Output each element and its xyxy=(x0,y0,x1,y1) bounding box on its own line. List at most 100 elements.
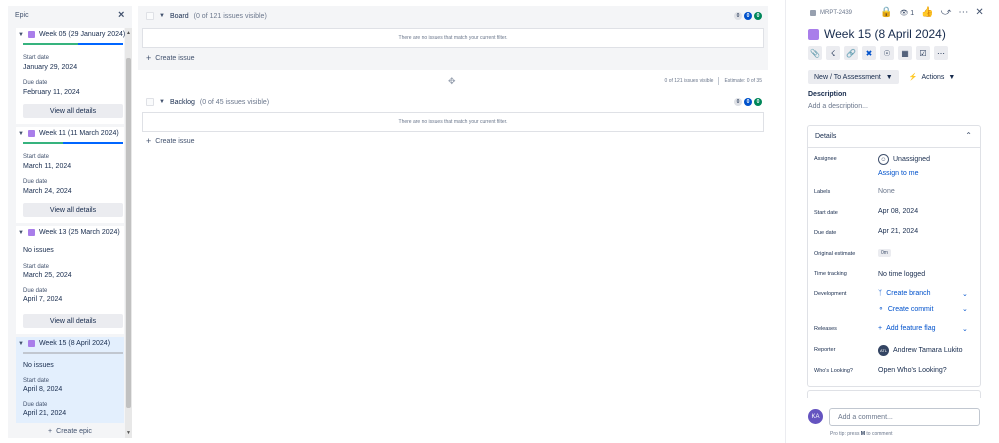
assign-to-me-link[interactable]: Assign to me xyxy=(878,170,918,177)
epic-card[interactable]: ▼ Week 05 (29 January 2024) Start date J… xyxy=(16,28,125,124)
view-all-details-button[interactable]: View all details xyxy=(23,203,123,217)
epic-card[interactable]: ▼ Week 11 (11 March 2024) Start date Mar… xyxy=(16,127,124,223)
epic-card-header[interactable]: ▼ Week 05 (29 January 2024) xyxy=(18,31,125,38)
issue-toolbar: 📎 ☇ 🔗 ✖ ☉ ▦ ☑ ⋯ xyxy=(808,46,948,60)
original-estimate-field[interactable]: 0m xyxy=(878,249,891,257)
lock-icon[interactable]: 🔒 xyxy=(880,7,892,18)
share-icon[interactable]: ⤻ xyxy=(941,7,952,18)
close-icon[interactable]: ✕ xyxy=(975,7,983,18)
backlog-main: ▼ Board (0 of 121 issues visible) 0 0 0 … xyxy=(138,6,768,438)
start-date-value: April 8, 2024 xyxy=(23,386,63,393)
assignee-value: Unassigned xyxy=(893,156,930,163)
status-dropdown[interactable]: New / To Assessment ▼ xyxy=(808,70,899,84)
backlog-header[interactable]: ▼ Backlog (0 of 45 issues visible) xyxy=(146,98,269,106)
more-icon[interactable]: ⋯ xyxy=(958,7,968,18)
link-icon[interactable]: 🔗 xyxy=(844,46,858,60)
view-all-details-button[interactable]: View all details xyxy=(23,314,123,328)
target-icon[interactable]: ☉ xyxy=(880,46,894,60)
qr-code-icon[interactable]: ▦ xyxy=(898,46,912,60)
due-date-label: Due date xyxy=(23,179,48,185)
close-icon[interactable]: × xyxy=(118,9,124,21)
thumbs-up-icon[interactable]: 👍 xyxy=(921,7,933,18)
add-feature-flag-link[interactable]: + Add feature flag xyxy=(878,325,936,332)
create-issue-label: Create issue xyxy=(155,137,195,145)
time-tracking-value[interactable]: No time logged xyxy=(878,271,925,278)
chevron-down-icon[interactable]: ▼ xyxy=(18,131,24,137)
scroll-up-icon[interactable]: ▲ xyxy=(125,30,132,36)
epic-name: Week 13 (25 March 2024) xyxy=(38,229,120,236)
issue-key[interactable]: MRPT-2439 xyxy=(820,10,852,16)
todo-count-badge: 0 xyxy=(734,98,742,106)
select-checkbox[interactable] xyxy=(146,98,154,106)
start-date-value[interactable]: Apr 08, 2024 xyxy=(878,208,918,215)
epic-type-icon xyxy=(810,10,816,16)
start-date-label: Start date xyxy=(23,378,50,384)
chevron-down-icon[interactable]: ⌄ xyxy=(962,325,968,333)
child-issue-icon[interactable]: ☇ xyxy=(826,46,840,60)
checklist-icon[interactable]: ☑ xyxy=(916,46,930,60)
scrollbar-thumb[interactable] xyxy=(126,58,131,408)
labels-value[interactable]: None xyxy=(878,188,895,195)
details-header[interactable]: Details ⌃ xyxy=(808,126,980,148)
create-issue-button[interactable]: + Create issue xyxy=(146,136,195,146)
epic-progress-bar xyxy=(23,142,123,144)
add-feature-flag-label: Add feature flag xyxy=(886,325,936,332)
due-date-value[interactable]: Apr 21, 2024 xyxy=(878,228,918,235)
create-issue-button[interactable]: + Create issue xyxy=(146,53,195,63)
no-issues-text: No issues xyxy=(23,247,54,254)
assignee-field[interactable]: ☺ Unassigned xyxy=(878,154,930,165)
due-date-label: Due date xyxy=(23,402,48,408)
start-date-value: January 29, 2024 xyxy=(23,64,78,71)
board-empty-message: There are no issues that match your curr… xyxy=(142,28,764,48)
chevron-down-icon[interactable]: ▼ xyxy=(159,13,165,19)
create-branch-link[interactable]: ᛉ Create branch xyxy=(878,290,931,297)
apps-icon[interactable]: ✖ xyxy=(862,46,876,60)
epic-progress-bar xyxy=(23,352,123,354)
epic-card[interactable]: ▼ Week 13 (25 March 2024) No issues Star… xyxy=(16,226,124,334)
create-epic-button[interactable]: + Create epic xyxy=(16,424,124,438)
chevron-down-icon[interactable]: ▼ xyxy=(18,341,24,347)
attachment-icon[interactable]: 📎 xyxy=(808,46,822,60)
issue-title[interactable]: Week 15 (8 April 2024) xyxy=(824,27,946,41)
backlog-empty-message: There are no issues that match your curr… xyxy=(142,112,764,132)
epic-color-icon xyxy=(808,28,819,40)
scroll-down-icon[interactable]: ▼ xyxy=(125,430,132,436)
reporter-field[interactable]: ATL Andrew Tamara Lukito xyxy=(878,345,963,356)
create-commit-link[interactable]: ⚬ Create commit xyxy=(878,305,933,314)
pro-tip: Pro tip: press M to comment xyxy=(830,431,893,437)
chevron-down-icon[interactable]: ⌄ xyxy=(962,305,968,313)
epic-card-header[interactable]: ▼ Week 15 (8 April 2024) xyxy=(18,340,110,347)
details-title: Details xyxy=(815,133,837,140)
chevron-down-icon[interactable]: ▼ xyxy=(159,99,165,105)
view-all-details-button[interactable]: View all details xyxy=(23,104,123,118)
actions-label: Actions xyxy=(921,73,945,81)
more-icon[interactable]: ⋯ xyxy=(934,46,948,60)
actions-dropdown[interactable]: ⚡ Actions ▼ xyxy=(905,70,960,84)
epic-scrollbar[interactable]: ▲ ▼ xyxy=(125,28,132,438)
select-checkbox[interactable] xyxy=(146,12,154,20)
collapsed-section[interactable] xyxy=(807,390,981,398)
epic-card-selected[interactable]: ▼ Week 15 (8 April 2024) No issues Start… xyxy=(16,337,124,423)
backlog-count: (0 of 45 issues visible) xyxy=(199,98,270,106)
epic-card-header[interactable]: ▼ Week 13 (25 March 2024) xyxy=(18,229,120,236)
chevron-down-icon[interactable]: ▼ xyxy=(18,230,24,236)
chevron-up-icon[interactable]: ⌃ xyxy=(965,131,972,140)
description-field[interactable]: Add a description... xyxy=(808,103,868,110)
pro-tip-suffix: to comment xyxy=(866,431,893,437)
pro-tip-prefix: Pro tip: press xyxy=(830,431,860,437)
board-header[interactable]: ▼ Board (0 of 121 issues visible) xyxy=(146,12,267,20)
due-date-label: Due date xyxy=(23,80,48,86)
epic-panel-header: Epic × xyxy=(8,6,132,26)
chevron-down-icon[interactable]: ▼ xyxy=(18,32,24,38)
done-count-badge: 0 xyxy=(754,98,762,106)
whos-looking-link[interactable]: Open Who's Looking? xyxy=(878,367,947,374)
board-name: Board xyxy=(169,12,189,20)
drag-handle-icon[interactable]: ✥ xyxy=(448,76,456,87)
issue-key-breadcrumb[interactable]: MRPT-2439 xyxy=(810,10,852,16)
comment-input[interactable]: Add a comment... xyxy=(829,408,980,426)
due-date-value: April 7, 2024 xyxy=(23,296,63,303)
epic-card-header[interactable]: ▼ Week 11 (11 March 2024) xyxy=(18,130,119,137)
reporter-value: Andrew Tamara Lukito xyxy=(893,347,963,354)
chevron-down-icon[interactable]: ⌄ xyxy=(962,290,968,298)
watch-button[interactable]: 👁 1 xyxy=(899,9,914,17)
